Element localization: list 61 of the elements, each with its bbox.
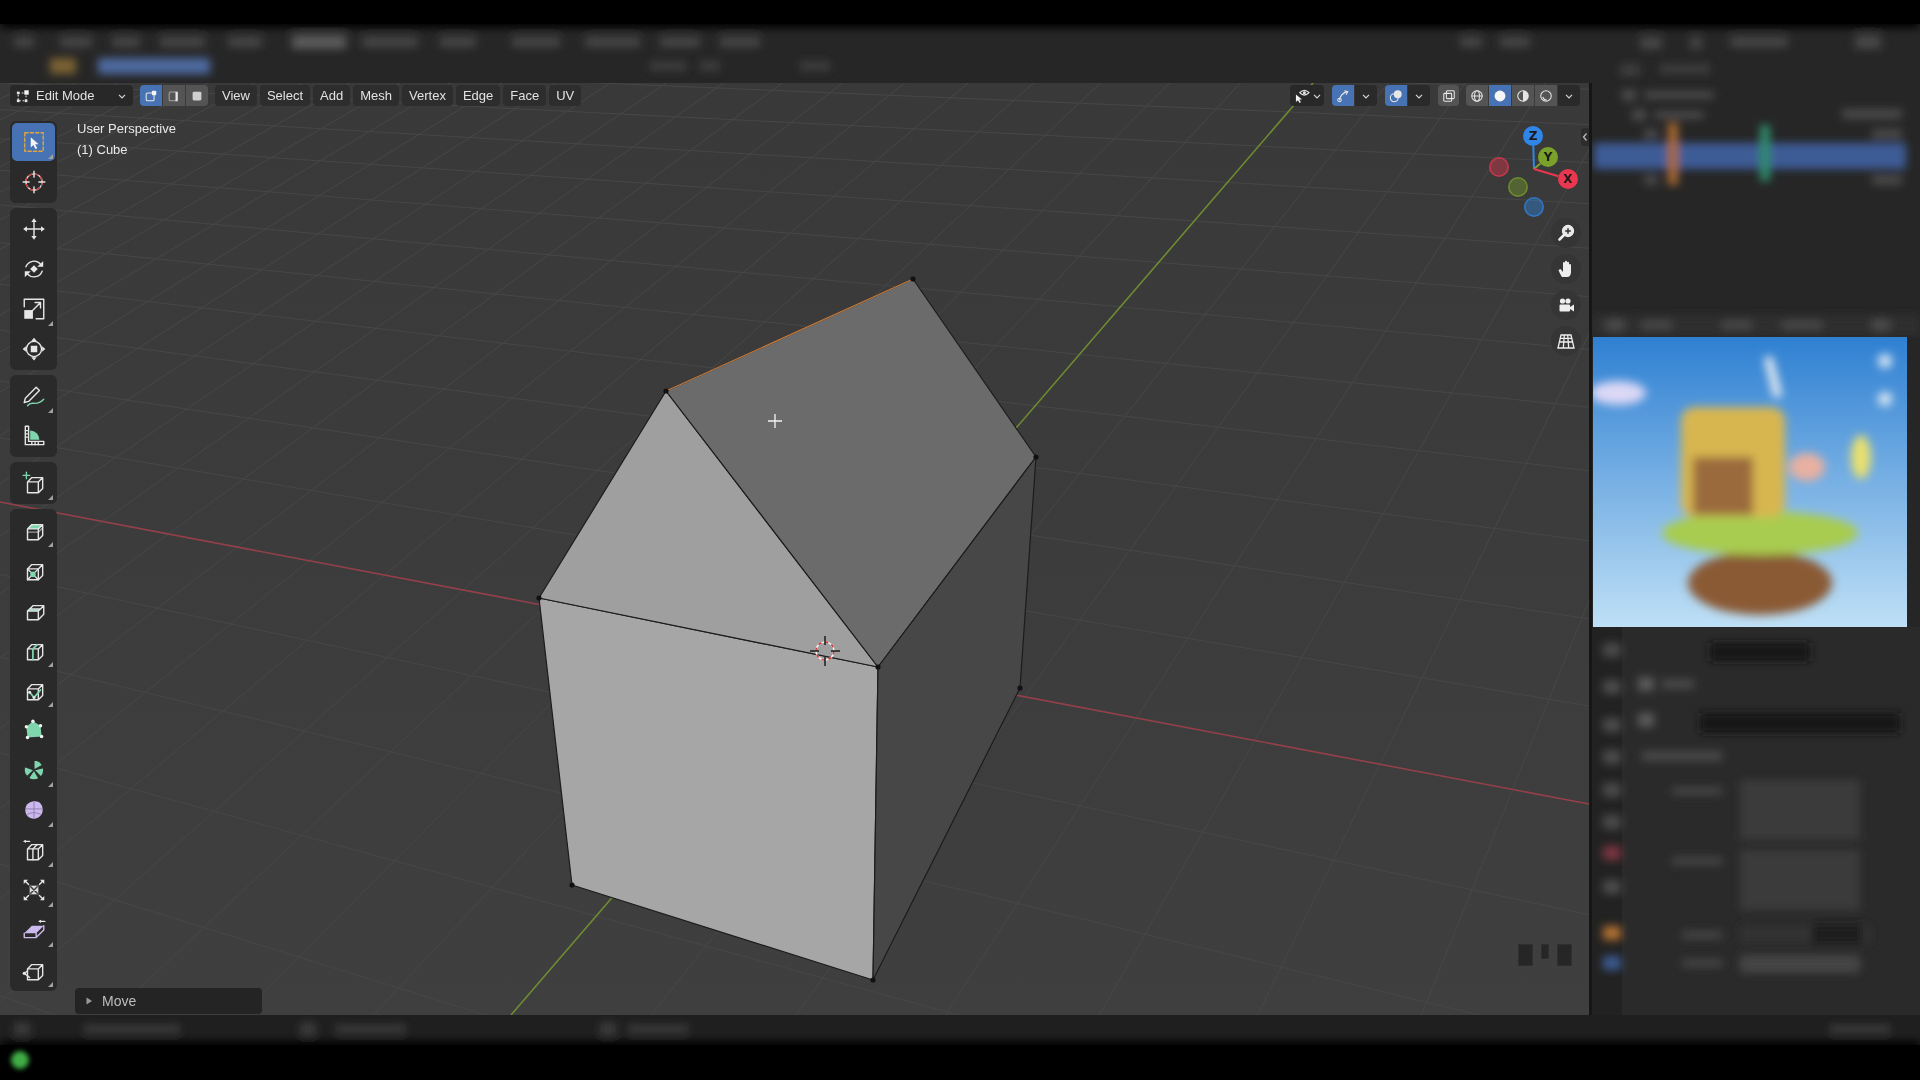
axis-ball-icon[interactable]: [1558, 169, 1578, 189]
menu-button[interactable]: UV: [549, 85, 582, 106]
3d-viewport[interactable]: Edit Mode View Select Add Mesh Vertex Edge Face UV User Perspective (1) Cube Z Y X Move: [0, 83, 1589, 1015]
select-mode-button[interactable]: [163, 85, 185, 106]
select-mode-button[interactable]: [140, 85, 162, 106]
handle-block-icon: [1541, 944, 1549, 959]
handle-block-icon: [1557, 944, 1572, 966]
negative-axis-ball-icon[interactable]: [1524, 197, 1544, 217]
edge-select-icon: [167, 88, 181, 103]
menu-button[interactable]: Edge: [455, 85, 501, 106]
vertex-select-icon: [144, 88, 158, 103]
menu-button[interactable]: View: [215, 85, 257, 106]
gizmo-dropdown[interactable]: [1355, 85, 1377, 106]
curved-arrow-icon: [1336, 88, 1350, 103]
menu-button[interactable]: Face: [503, 85, 547, 106]
shading-button[interactable]: [1512, 85, 1534, 106]
3d-cursor-icon: [809, 635, 841, 667]
axis-label: X: [1563, 172, 1573, 187]
dashed-crosshair-icon: [20, 169, 47, 195]
overlay-toggle[interactable]: [1385, 85, 1407, 106]
axis-ball-icon[interactable]: [1538, 147, 1558, 167]
shading-dropdown[interactable]: [1558, 85, 1580, 106]
chevron-left-icon: [1582, 132, 1588, 142]
ring-sphere-icon: [1539, 88, 1553, 103]
crosshair-cursor-icon: [767, 413, 783, 429]
mode-dropdown[interactable]: Edit Mode: [10, 85, 133, 106]
shading-button[interactable]: [1489, 85, 1511, 106]
shading-button[interactable]: [1535, 85, 1557, 106]
perspective-grid-icon: [1556, 331, 1576, 351]
solid-circle-icon: [1493, 88, 1507, 103]
house-mesh-drawing[interactable]: [536, 276, 1039, 983]
visibility-dropdown[interactable]: [1290, 85, 1324, 106]
overlapping-squares-icon: [1441, 88, 1456, 103]
handle-block-icon: [1518, 944, 1533, 966]
half-filled-circle-icon: [1516, 88, 1530, 103]
object-name-label: (1) Cube: [77, 141, 129, 159]
menu-button[interactable]: Vertex: [402, 85, 453, 106]
axis-label: Z: [1528, 129, 1538, 144]
overlapping-circles-icon: [1389, 88, 1403, 103]
shading-button[interactable]: [1466, 85, 1488, 106]
wireframe-globe-icon: [1470, 88, 1484, 103]
camera-view-button[interactable]: [1551, 290, 1581, 320]
gizmo-toggle[interactable]: [1332, 85, 1354, 106]
eye-pointer-icon: [1294, 88, 1311, 103]
overlay-dropdown[interactable]: [1408, 85, 1430, 106]
negative-axis-ball-icon[interactable]: [1508, 177, 1528, 197]
xray-toggle[interactable]: [1438, 85, 1459, 106]
select-mode-button[interactable]: [186, 85, 208, 106]
last-operator-panel[interactable]: Move: [75, 988, 262, 1014]
sidebar-toggle-button[interactable]: [1581, 128, 1589, 146]
menu-button[interactable]: Mesh: [353, 85, 400, 106]
pan-button[interactable]: [1551, 254, 1581, 284]
view-name-label: User Perspective: [77, 120, 176, 138]
edit-mode-icon: [16, 88, 30, 103]
axis-ball-icon[interactable]: [1523, 126, 1543, 146]
menu-button[interactable]: Select: [259, 85, 311, 106]
magnifier-plus-icon: [1556, 223, 1576, 243]
menu-button[interactable]: Add: [313, 85, 351, 106]
zoom-button[interactable]: [1551, 218, 1581, 248]
axis-label: Y: [1543, 150, 1553, 165]
ortho-toggle-button[interactable]: [1551, 326, 1581, 356]
